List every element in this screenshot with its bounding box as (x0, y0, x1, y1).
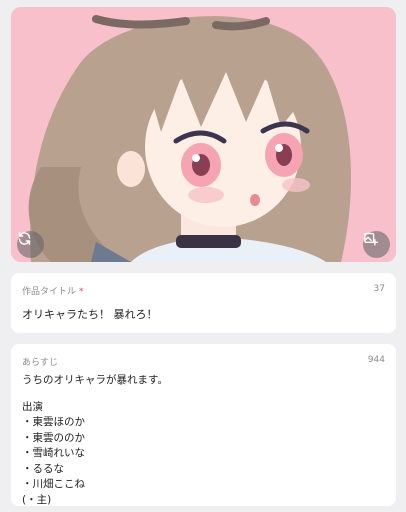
synopsis-line: ・るるな (22, 462, 64, 475)
synopsis-line: うちのオリキャラが暴れます。 (22, 374, 168, 386)
synopsis-line: ・川畑ここね (22, 478, 85, 490)
title-input[interactable]: オリキャラたち！ 暴れろ！ (22, 306, 158, 322)
rotate-image-button[interactable] (17, 231, 44, 258)
synopsis-line: ・東雲ののか (22, 431, 85, 444)
synopsis-line (22, 389, 382, 400)
change-image-button[interactable] (363, 231, 390, 258)
title-label-text: 作品タイトル (22, 287, 77, 297)
cover-image[interactable] (11, 7, 396, 262)
synopsis-char-count: 944 (367, 355, 385, 365)
synopsis-line: (・主) (22, 493, 52, 506)
image-edit-icon (364, 232, 378, 246)
synopsis-label: あらすじ (22, 358, 58, 368)
synopsis-line: ・東雲ほのか (22, 416, 85, 428)
required-mark: * (79, 287, 84, 297)
title-char-count: 37 (373, 284, 385, 294)
cover-illustration (11, 7, 396, 262)
refresh-icon (18, 232, 31, 245)
synopsis-line: ・雪崎れいな (22, 447, 85, 459)
synopsis-line: 出演 (22, 400, 43, 413)
title-label: 作品タイトル * (22, 284, 84, 297)
synopsis-textarea[interactable]: うちのオリキャラが暴れます。 出演 ・東雲ほのか ・東雲ののか ・雪崎れいな ・… (22, 373, 382, 508)
work-edit-screen: 作品タイトル * 37 オリキャラたち！ 暴れろ！ あらすじ 944 うちのオリキ… (0, 0, 406, 512)
title-field[interactable]: 作品タイトル * 37 オリキャラたち！ 暴れろ！ (11, 273, 396, 333)
synopsis-field[interactable]: あらすじ 944 うちのオリキャラが暴れます。 出演 ・東雲ほのか ・東雲ののか… (11, 344, 396, 506)
